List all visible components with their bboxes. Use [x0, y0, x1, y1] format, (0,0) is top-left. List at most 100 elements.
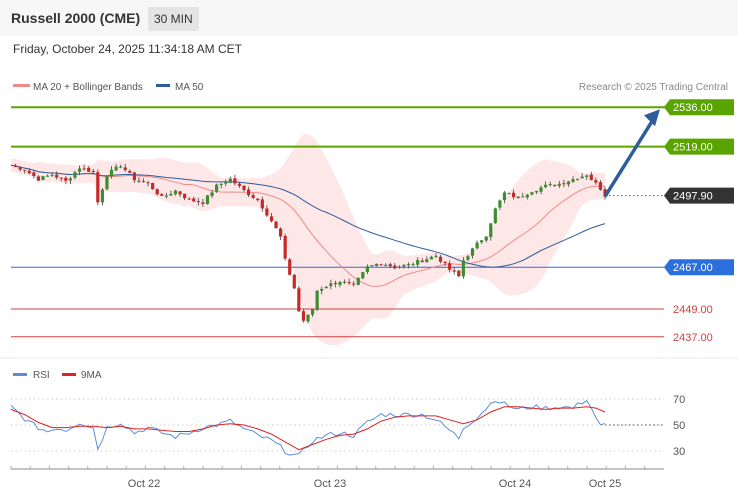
candle-body — [205, 195, 210, 205]
candle-body — [109, 169, 114, 177]
candle-body — [539, 187, 543, 192]
candle-body — [91, 170, 95, 172]
candle-body — [73, 172, 77, 178]
candle-body — [448, 263, 452, 270]
candle-body — [379, 264, 383, 266]
candle-body — [397, 266, 401, 268]
candle-body — [233, 178, 237, 184]
candle-body — [137, 180, 141, 182]
level-label-support: 2437.00 — [673, 332, 713, 344]
candle-body — [41, 176, 45, 180]
candle-body — [50, 174, 54, 176]
candle-body — [301, 311, 306, 321]
candle-body — [429, 256, 433, 260]
candle-body — [388, 264, 392, 267]
candle-body — [96, 172, 100, 203]
rsi-legend-swatch — [13, 373, 27, 376]
candle-body — [512, 192, 516, 198]
rsi-ma-line — [10, 406, 606, 451]
candle-body — [224, 182, 228, 184]
level-label-support: 2449.00 — [673, 304, 713, 316]
candle-body — [59, 177, 63, 179]
candle-body — [283, 235, 287, 259]
candle-body — [548, 184, 552, 186]
candle-body — [342, 281, 347, 283]
candle-body — [416, 260, 420, 265]
candle-body — [521, 196, 525, 198]
candle-body — [470, 248, 475, 256]
candle-body — [210, 192, 214, 196]
candle-body — [594, 180, 598, 183]
credit-text: Research © 2025 Trading Central — [579, 82, 728, 93]
rsi-tick-label: 50 — [673, 420, 685, 432]
candle-body — [498, 200, 502, 208]
candle-body — [475, 242, 479, 249]
candle-body — [269, 216, 274, 222]
candle-body — [544, 184, 548, 188]
candle-body — [141, 181, 146, 183]
level-label-resistance: 2536.00 — [673, 102, 713, 114]
candle-body — [178, 191, 182, 195]
candle-body — [310, 309, 315, 315]
candle-body — [151, 182, 155, 190]
candle-body — [196, 201, 200, 203]
candle-body — [571, 179, 575, 182]
candle-body — [457, 270, 461, 277]
candle-body — [329, 283, 333, 287]
candle-body — [288, 259, 292, 275]
candle-body — [18, 166, 22, 170]
candle-body — [598, 182, 603, 190]
candle-body — [160, 194, 164, 196]
candle-body — [580, 176, 584, 179]
ma20-legend-swatch — [13, 84, 30, 87]
rsi-legend-label: RSI — [33, 370, 50, 381]
level-label-resistance: 2519.00 — [673, 142, 713, 154]
candle-body — [420, 260, 424, 263]
candle-body — [77, 168, 82, 172]
candle-body — [87, 167, 91, 172]
candle-body — [489, 223, 493, 238]
candle-body — [352, 283, 356, 285]
ma50-legend-label: MA 50 — [175, 82, 204, 93]
candle-body — [297, 288, 301, 312]
candle-body — [530, 192, 534, 195]
candle-body — [68, 178, 72, 181]
candle-body — [260, 199, 264, 209]
x-axis-label: Oct 25 — [589, 478, 621, 490]
price-chart: MA 20 + Bollinger Bands MA 50 Research ©… — [0, 82, 738, 490]
level-label-last: 2497.90 — [673, 191, 713, 203]
candle-body — [484, 236, 488, 241]
candle-body — [306, 314, 310, 322]
candle-body — [338, 281, 342, 285]
candle-body — [425, 259, 429, 263]
candle-body — [361, 272, 365, 279]
x-axis-label: Oct 24 — [499, 478, 531, 490]
candle-body — [589, 174, 593, 180]
candle-body — [553, 184, 557, 186]
candle-body — [461, 260, 465, 277]
candle-body — [164, 195, 168, 197]
candle-body — [502, 192, 507, 201]
candle-body — [406, 264, 411, 266]
rsi-line — [10, 399, 606, 456]
candle-body — [119, 166, 123, 168]
candle-body — [128, 170, 132, 173]
candle-body — [534, 190, 539, 193]
ma50-legend-swatch — [156, 84, 170, 87]
rsi-panel: 70 50 30 — [10, 394, 685, 458]
candle-body — [443, 261, 447, 264]
candle-body — [192, 198, 196, 202]
candle-body — [274, 221, 278, 229]
candle-body — [169, 194, 173, 196]
candle-body — [356, 277, 360, 285]
candle-body — [333, 282, 338, 285]
candle-body — [507, 193, 511, 195]
candle-body — [575, 179, 580, 181]
candle-body — [228, 178, 232, 183]
candle-body — [365, 266, 369, 273]
x-axis: Oct 22 Oct 23 Oct 24 Oct 25 — [10, 466, 664, 490]
rsi-tick-label: 30 — [673, 446, 685, 458]
rsi-ma-legend-swatch — [62, 373, 76, 376]
candle-body — [557, 183, 561, 186]
candle-body — [55, 174, 59, 178]
